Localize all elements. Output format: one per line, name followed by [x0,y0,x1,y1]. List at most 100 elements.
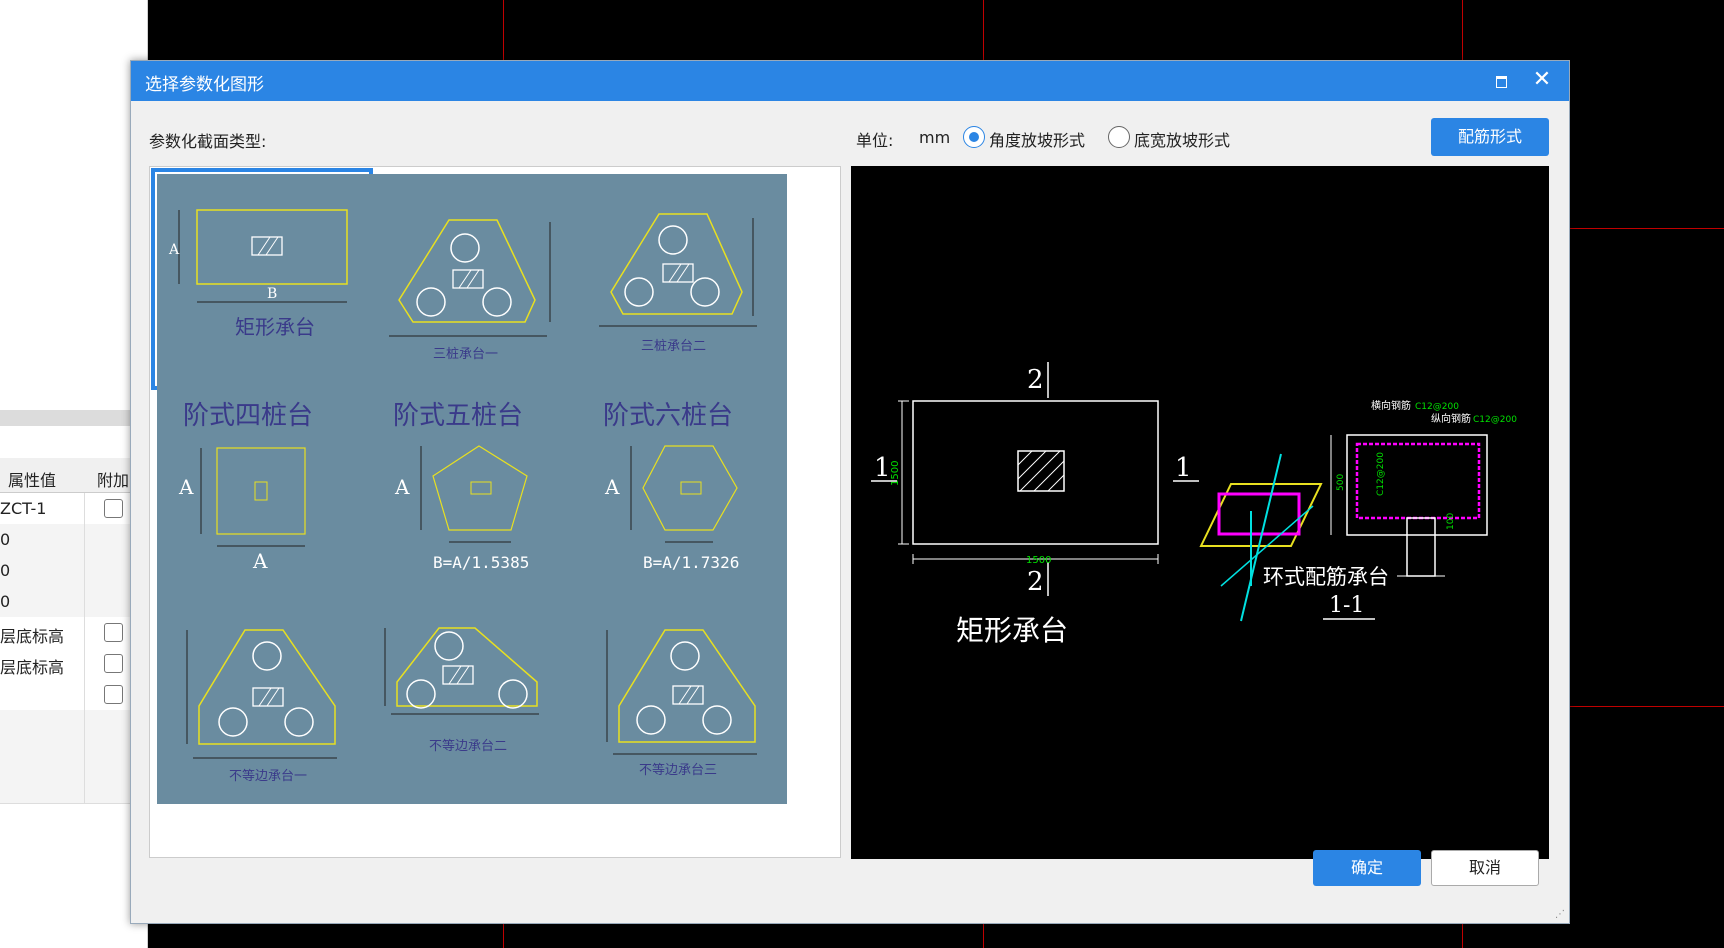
column-divider [84,617,85,648]
depth-500: 500 [1336,474,1346,491]
shape-tile-tri1[interactable]: 三桩承台一 [367,174,577,384]
dialog-titlebar[interactable]: 选择参数化图形 ✕ [131,61,1569,101]
column-divider [84,586,85,617]
radio-angle-slope-label[interactable]: 角度放坡形式 [989,127,1085,151]
shape-tile-step6[interactable]: 阶式六桩台 A B=A/1.7326 [577,384,787,594]
ring-rebar-label: 环式配筋承台 [1263,566,1389,589]
property-row[interactable]: 0 [0,586,131,618]
rebar-vertical-label: 纵向钢筋 [1431,412,1471,425]
extra-checkbox[interactable] [104,499,123,518]
property-row[interactable] [0,741,131,773]
property-row[interactable] [0,772,131,804]
property-value[interactable]: 0 [0,561,10,580]
preview-drawing: 2 2 1 1 1500 1500 矩形承台 横向钢筋 C12@200 纵向钢筋… [871,362,1517,647]
close-icon[interactable]: ✕ [1531,69,1553,91]
radio-width-slope-label[interactable]: 底宽放坡形式 [1134,127,1230,151]
column-divider [84,648,85,679]
property-value[interactable]: 层底标高 [0,623,64,647]
extra-checkbox[interactable] [104,654,123,673]
grid-line [1562,706,1724,707]
property-row[interactable]: 层底标高 [0,648,131,680]
tile-formula: B=A/1.7326 [643,553,739,572]
tile-label: 矩形承台 [235,315,315,339]
tile-dim-a: A [394,475,410,499]
maximize-icon[interactable] [1491,71,1511,91]
property-value[interactable]: ZCT-1 [0,499,46,518]
property-row[interactable]: 层底标高 [0,617,131,649]
dialog-title: 选择参数化图形 [145,75,264,95]
tile-label: 三桩承台二 [641,339,706,354]
shape-tile-tri2[interactable]: 三桩承台二 [577,174,787,384]
shape-gallery[interactable]: A B 矩形承台 三桩承台一 三桩承台二 阶式四桩台 A A 阶式五桩台 A B=A… [149,166,841,858]
shape-thumbnail: 阶式五桩台 A B=A/1.5385 [393,401,529,572]
depth-100: 100 [1446,513,1456,530]
unit-label: 单位: [856,131,894,150]
shape-thumbnail: 不等边承台一 [186,629,337,784]
shape-tile-uneq1[interactable]: 不等边承台一 [157,594,367,804]
section-num-top: 2 [1027,365,1044,395]
dim-width: 1500 [1026,555,1051,566]
section-label: 1-1 [1329,593,1364,618]
dim-height: 1500 [890,461,901,486]
shape-preview: 2 2 1 1 1500 1500 矩形承台 横向钢筋 C12@200 纵向钢筋… [851,166,1549,859]
section-num-left: 1 [874,453,891,483]
shape-thumbnail: 不等边承台二 [384,627,539,754]
plan-label: 矩形承台 [956,614,1068,647]
shape-thumbnail: 阶式六桩台 A B=A/1.7326 [603,401,739,572]
section-type-label: 参数化截面类型: [149,132,267,151]
property-row[interactable] [0,710,131,742]
plan-outline [912,400,1159,545]
column-divider [84,679,85,710]
property-row[interactable]: ZCT-1 [0,493,131,525]
shape-tile-uneq3[interactable]: 不等边承台三 [577,594,787,804]
shape-tile-rect[interactable]: A B 矩形承台 [151,168,373,390]
section-num-right: 1 [1175,453,1192,483]
property-row[interactable]: 0 [0,555,131,587]
tile-label: 三桩承台一 [433,347,498,362]
radio-width-slope[interactable] [1108,126,1130,148]
tile-formula: B=A/1.5385 [433,553,529,572]
property-value[interactable]: 0 [0,592,10,611]
column-hatch [1017,450,1065,492]
tile-dim-b: B [267,286,277,302]
select-parametric-shape-dialog: 选择参数化图形 ✕ 参数化截面类型: 单位: mm 角度放坡形式 底宽放坡形式 … [130,60,1570,924]
rebar-horizontal-label: 横向钢筋 [1371,399,1411,412]
property-row[interactable]: 0 [0,524,131,556]
column-divider [84,555,85,586]
column-divider [84,741,85,772]
ok-button[interactable]: 确定 [1313,850,1421,886]
shape-thumbnail: 阶式四桩台 A A [178,401,313,573]
properties-band [0,410,131,426]
radio-angle-slope[interactable] [963,126,985,148]
column-divider [84,710,85,741]
tile-label: 不等边承台一 [229,768,307,784]
shape-tile-step4[interactable]: 阶式四桩台 A A [157,384,367,594]
tile-label: 不等边承台二 [429,738,507,754]
tile-label: 阶式六桩台 [603,401,733,431]
tile-label: 阶式四桩台 [183,401,313,431]
property-row[interactable] [0,679,131,711]
rebar-horizontal-spec: C12@200 [1415,402,1459,412]
cancel-button[interactable]: 取消 [1431,850,1539,886]
resize-grip-icon[interactable]: ⋰ [1555,909,1565,920]
tile-dim-b: A [252,549,268,573]
shape-tile-step5[interactable]: 阶式五桩台 A B=A/1.5385 [367,384,577,594]
column-divider [84,772,85,803]
shape-tile-uneq2[interactable]: 不等边承台二 [367,594,577,804]
extra-checkbox[interactable] [104,623,123,642]
section-num-bottom: 2 [1027,567,1044,597]
property-value[interactable]: 0 [0,530,10,549]
rebar-vertical-spec: C12@200 [1473,415,1517,425]
shape-thumbnail: 不等边承台三 [606,629,757,778]
tile-label: 阶式五桩台 [393,401,523,431]
grid-line [1562,228,1724,229]
tile-dim-a: A [178,475,194,499]
extra-checkbox[interactable] [104,685,123,704]
tile-dim-a: A [168,242,180,258]
header-extra: 附加 [97,473,130,490]
property-value[interactable]: 层底标高 [0,654,64,678]
rebar-form-button[interactable]: 配筋形式 [1431,118,1549,156]
tile-dim-a: A [604,475,620,499]
column-divider [84,493,85,524]
properties-header: 属性值 附加 [0,458,131,493]
